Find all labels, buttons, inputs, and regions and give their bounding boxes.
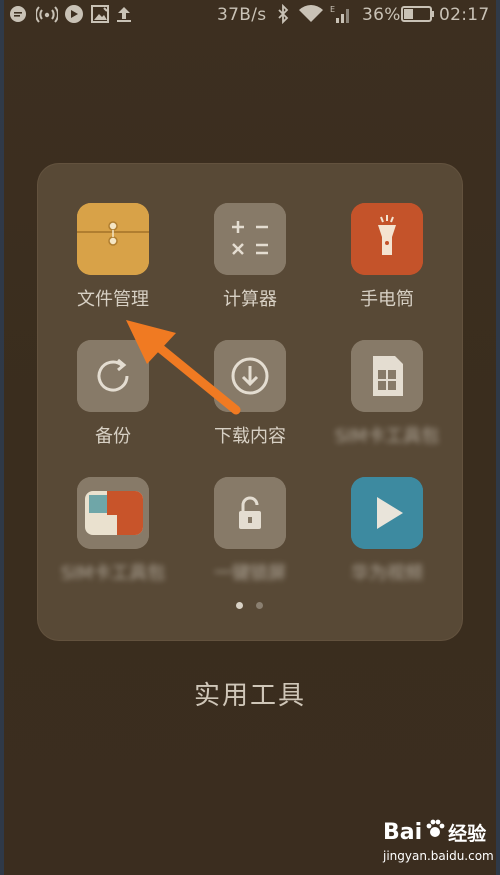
wifi-hotspot-icon bbox=[36, 4, 58, 24]
backup-icon bbox=[77, 340, 149, 412]
baidu-watermark: Bai 经验 jingyan.baidu.com bbox=[383, 818, 494, 868]
upload-icon bbox=[114, 4, 134, 24]
wifi-icon bbox=[298, 4, 324, 24]
app-label: 一键锁屏 bbox=[214, 563, 286, 584]
svg-text:E: E bbox=[330, 5, 335, 14]
clock: 02:17 bbox=[439, 5, 490, 25]
app-label: 备份 bbox=[95, 426, 131, 447]
watermark-logo: Bai bbox=[383, 819, 423, 845]
network-speed: 37B/s bbox=[217, 5, 267, 25]
download-icon bbox=[214, 340, 286, 412]
page-indicator bbox=[0, 602, 500, 612]
app-folder-panel: 文件管理 计算器 手电筒 备份 下载内容 SIM卡工具包 SIM卡工具包 一键锁… bbox=[37, 163, 463, 641]
watermark-url: jingyan.baidu.com bbox=[383, 849, 494, 863]
signal-icon: E bbox=[330, 4, 352, 24]
screen-edge-left bbox=[0, 0, 4, 875]
app-label: SIM卡工具包 bbox=[334, 426, 440, 447]
app-label: 计算器 bbox=[223, 289, 277, 310]
app-label: SIM卡工具包 bbox=[60, 563, 166, 584]
watermark-logo-text: 经验 bbox=[448, 822, 487, 845]
app-label: 手电筒 bbox=[360, 289, 414, 310]
app-label: 华为视频 bbox=[351, 563, 423, 584]
app-label: 下载内容 bbox=[214, 426, 286, 447]
page-dot[interactable] bbox=[256, 602, 263, 609]
video-play-icon bbox=[351, 477, 423, 549]
paw-icon bbox=[424, 818, 446, 846]
lock-icon bbox=[214, 477, 286, 549]
sim-card-color-icon bbox=[77, 477, 149, 549]
status-bar: 37B/s E 36% 02:17 bbox=[0, 0, 500, 30]
image-icon bbox=[90, 4, 110, 24]
bluetooth-icon bbox=[276, 4, 290, 24]
page-dot-active[interactable] bbox=[236, 602, 243, 609]
sim-card-icon bbox=[351, 340, 423, 412]
flashlight-icon bbox=[351, 203, 423, 275]
folder-title[interactable]: 实用工具 bbox=[0, 675, 500, 712]
app-label: 文件管理 bbox=[77, 289, 149, 310]
calculator-icon bbox=[214, 203, 286, 275]
message-icon bbox=[8, 4, 28, 24]
screen-edge-right bbox=[496, 0, 500, 875]
location-pin-icon bbox=[64, 4, 84, 24]
folder-file-icon bbox=[77, 203, 149, 275]
battery-icon bbox=[401, 4, 435, 24]
battery-percent: 36% bbox=[362, 5, 401, 25]
